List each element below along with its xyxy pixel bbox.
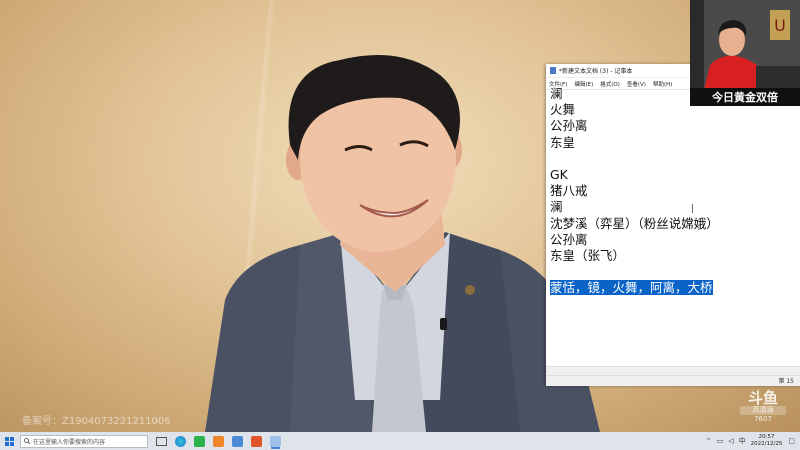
selected-text-line: 蒙恬，镜，火舞，阿离，大桥 [550,280,750,296]
notepad-window: *新建文本文档 (3) - 记事本 文件(F) 编辑(E) 格式(O) 查看(V… [546,64,800,386]
clock-date: 2022/12/25 [750,441,783,447]
text-line: GK [550,166,568,182]
logo-badge: 高清源 [740,406,786,415]
streamer-webcam: U 今日黄金双倍 [690,0,800,106]
clock-time: 20:57 [758,434,775,440]
notepad-text-area[interactable]: 澜 火舞 公孙离 东皇 GK 猪八戒 澜 沈梦溪（弈星）（粉丝说嫦娥） 公孙离 … [550,86,750,296]
logo-room: 7607 [754,415,772,423]
task-view-icon[interactable] [156,436,167,446]
taskbar-search-box[interactable]: 在这里输入你要搜索的内容 [20,434,148,448]
input-language[interactable]: 中 [739,436,746,446]
volume-icon[interactable]: ◁ [728,437,733,445]
weather-app-icon[interactable] [232,435,243,447]
network-icon[interactable]: ▭ [717,437,724,445]
webcam-banner: 今日黄金双倍 [690,88,800,106]
svg-text:U: U [774,16,786,35]
notepad-app-icon [550,67,556,74]
text-line: 东皇 [550,134,576,150]
windows-logo-icon [4,436,14,446]
system-tray: ⌃ ▭ ◁ 中 20:57 2022/12/25 ▢ [706,432,800,450]
text-line [550,264,750,280]
orange-app-icon[interactable] [213,435,224,447]
selection-highlight: 蒙恬，镜，火舞，阿离，大桥 [550,280,713,296]
start-button[interactable] [0,432,18,450]
notepad-statusbar: 第 15 [546,375,800,386]
text-line: 沈梦溪（弈星）（粉丝说嫦娥） [550,215,719,231]
taskbar-clock[interactable]: 20:57 2022/12/25 [751,434,783,448]
edge-icon[interactable] [175,435,186,447]
logo-name: 斗鱼 [747,389,778,407]
text-line: 公孙离 [550,118,588,134]
notepad-title: *新建文本文档 (3) - 记事本 [559,68,633,75]
windows-taskbar: 在这里输入你要搜索的内容 ⌃ ▭ ◁ 中 20:57 2022/12/25 ▢ [0,432,800,450]
search-icon [24,438,30,444]
chevron-up-icon[interactable]: ⌃ [706,437,712,445]
text-line: 公孙离 [550,231,588,247]
webcam-banner-text: 今日黄金双倍 [712,91,778,104]
red-app-icon[interactable] [251,435,262,447]
text-line [550,151,750,167]
notepad-taskbar-icon[interactable] [270,435,281,447]
cursor-position: 第 15 [778,378,794,385]
text-line: 猪八戒 [550,183,588,199]
text-line: 东皇（张飞） [550,247,626,263]
search-placeholder: 在这里输入你要搜索的内容 [33,438,106,446]
douyu-logo: 斗鱼 高清源 7607 [740,390,786,423]
notification-icon[interactable]: ▢ [788,437,795,445]
license-watermark: 备案号：Z1904073221211006 [22,416,171,427]
streamer-figure: U [690,0,800,90]
text-line: 澜 [550,199,563,215]
wechat-icon[interactable] [194,435,205,447]
mouse-cursor-ibeam [692,204,693,213]
